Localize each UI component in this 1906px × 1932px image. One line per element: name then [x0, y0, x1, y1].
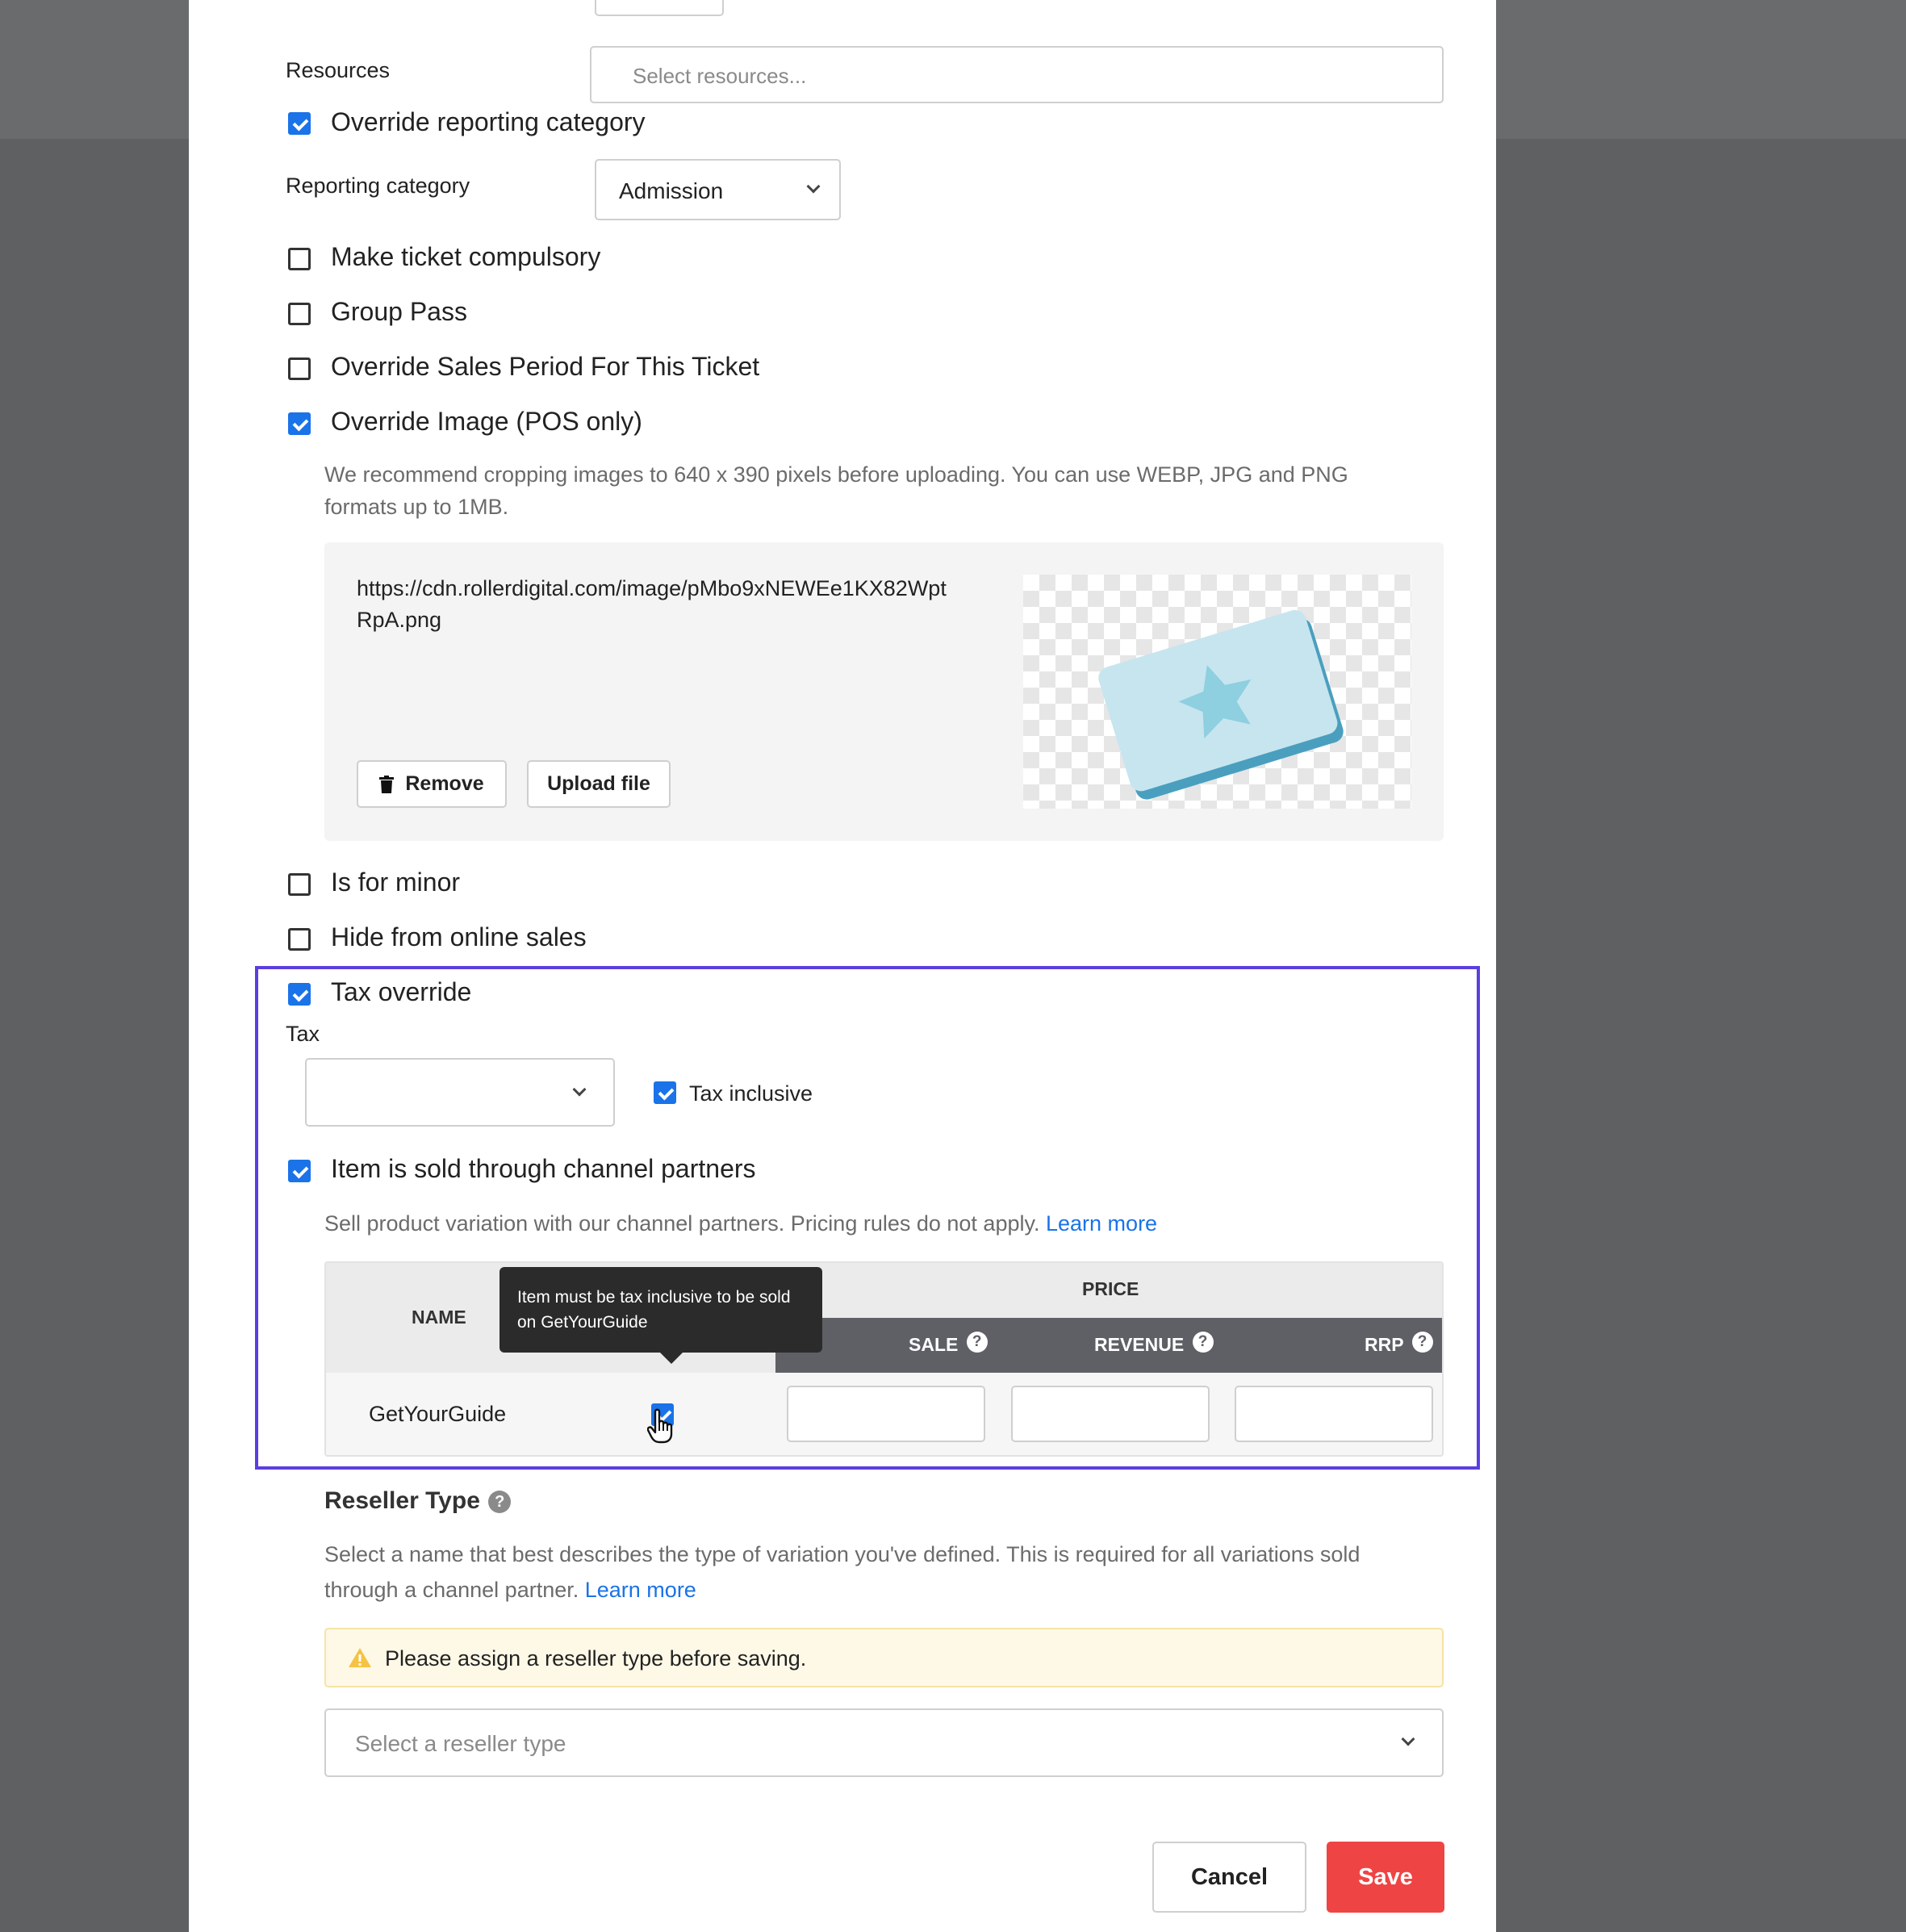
resources-placeholder: Select resources... [633, 64, 807, 88]
reporting-category-value: Admission [619, 178, 724, 203]
reseller-desc-line2-text: through a channel partner. [324, 1578, 579, 1602]
override-sales-period-label: Override Sales Period For This Ticket [331, 352, 760, 381]
revenue-header: REVENUE ? [1094, 1331, 1214, 1356]
help-icon[interactable]: ? [1411, 1331, 1433, 1353]
channel-table: NAME PRICE SALE ? REVENUE ? RRP ? GetYou… [324, 1261, 1444, 1457]
partial-input[interactable] [595, 0, 724, 16]
reseller-warning: Please assign a reseller type before sav… [324, 1628, 1444, 1687]
tooltip: Item must be tax inclusive to be sold on… [499, 1267, 822, 1353]
tooltip-text: Item must be tax inclusive to be sold on… [517, 1288, 791, 1332]
group-pass-checkbox[interactable] [288, 303, 311, 325]
chevron-down-icon [572, 1082, 587, 1097]
rrp-input[interactable] [1235, 1386, 1433, 1442]
tax-override-checkbox[interactable] [288, 983, 311, 1006]
save-button[interactable]: Save [1327, 1842, 1444, 1913]
hide-online-checkbox[interactable] [288, 928, 311, 951]
image-hint: We recommend cropping images to 640 x 39… [324, 462, 1348, 519]
reporting-category-label: Reporting category [286, 174, 470, 198]
save-label: Save [1358, 1863, 1413, 1890]
price-subheader: SALE ? REVENUE ? RRP ? [775, 1318, 1442, 1373]
help-icon[interactable]: ? [966, 1331, 988, 1353]
is-for-minor-label: Is for minor [331, 868, 461, 897]
reseller-title: Reseller Type ? [324, 1487, 512, 1515]
image-preview [1023, 575, 1411, 809]
reseller-type-select[interactable]: Select a reseller type [324, 1708, 1444, 1777]
help-icon[interactable]: ? [1192, 1331, 1214, 1353]
channel-partners-label: Item is sold through channel partners [331, 1154, 756, 1183]
revenue-input[interactable] [1011, 1386, 1210, 1442]
hand-pointer-icon [647, 1408, 673, 1444]
upload-file-button[interactable]: Upload file [527, 760, 671, 808]
tax-inclusive-checkbox[interactable] [654, 1081, 676, 1104]
tax-select[interactable] [305, 1058, 615, 1127]
sale-header-label: SALE [909, 1334, 959, 1355]
hide-online-label: Hide from online sales [331, 922, 587, 951]
reseller-learn-more-link[interactable]: Learn more [585, 1578, 696, 1602]
name-column-header: NAME [412, 1307, 466, 1328]
table-row: GetYourGuide [326, 1373, 1442, 1455]
ticket-star-icon [1098, 609, 1344, 800]
tax-override-label: Tax override [331, 977, 472, 1006]
tooltip-arrow [660, 1353, 683, 1364]
reporting-category-select[interactable]: Admission [595, 159, 841, 220]
sale-header: SALE ? [909, 1331, 988, 1356]
reseller-desc-line1: Select a name that best describes the ty… [324, 1542, 1361, 1566]
image-upload-box: https://cdn.rollerdigital.com/image/pMbo… [324, 542, 1444, 841]
is-for-minor-checkbox[interactable] [288, 873, 311, 896]
chevron-down-icon [1401, 1732, 1415, 1746]
channel-desc: Sell product variation with our channel … [324, 1207, 1157, 1240]
cancel-label: Cancel [1190, 1863, 1269, 1890]
revenue-header-label: REVENUE [1094, 1334, 1185, 1355]
channel-desc-text: Sell product variation with our channel … [324, 1211, 1040, 1236]
warning-text: Please assign a reseller type before sav… [385, 1646, 807, 1671]
chevron-down-icon [806, 179, 821, 194]
image-url-line1: https://cdn.rollerdigital.com/image/pMbo… [357, 576, 947, 600]
resources-select[interactable]: Select resources... [590, 46, 1444, 103]
override-image-label: Override Image (POS only) [331, 407, 642, 436]
sale-input[interactable] [787, 1386, 985, 1442]
remove-label: Remove [405, 772, 484, 795]
resources-label: Resources [286, 58, 391, 82]
override-sales-period-checkbox[interactable] [288, 358, 311, 380]
group-pass-label: Group Pass [331, 297, 467, 326]
make-ticket-compulsory-checkbox[interactable] [288, 248, 311, 270]
cancel-button[interactable]: Cancel [1152, 1842, 1306, 1913]
trash-icon [379, 775, 395, 793]
image-url-line2: RpA.png [357, 608, 442, 632]
rrp-header: RRP ? [1365, 1331, 1433, 1356]
remove-button[interactable]: Remove [357, 760, 507, 808]
partner-name: GetYourGuide [369, 1402, 507, 1426]
rrp-header-label: RRP [1365, 1334, 1404, 1355]
reseller-desc-line2: through a channel partner. Learn more [324, 1574, 696, 1606]
make-ticket-compulsory-label: Make ticket compulsory [331, 242, 601, 271]
channel-partners-checkbox[interactable] [288, 1160, 311, 1182]
reseller-type-placeholder: Select a reseller type [355, 1731, 566, 1756]
override-image-checkbox[interactable] [288, 412, 311, 435]
upload-file-label: Upload file [547, 772, 650, 795]
override-reporting-label: Override reporting category [331, 107, 646, 136]
help-icon[interactable]: ? [488, 1491, 512, 1514]
tax-label: Tax [286, 1022, 320, 1046]
reseller-title-label: Reseller Type [324, 1487, 480, 1514]
modal-panel: Resources Select resources... Override r… [189, 0, 1496, 1932]
channel-learn-more-link[interactable]: Learn more [1046, 1211, 1157, 1236]
override-reporting-checkbox[interactable] [288, 112, 311, 135]
tax-inclusive-label: Tax inclusive [689, 1081, 813, 1106]
price-column-header: PRICE [1082, 1278, 1139, 1299]
warning-icon [349, 1648, 371, 1667]
